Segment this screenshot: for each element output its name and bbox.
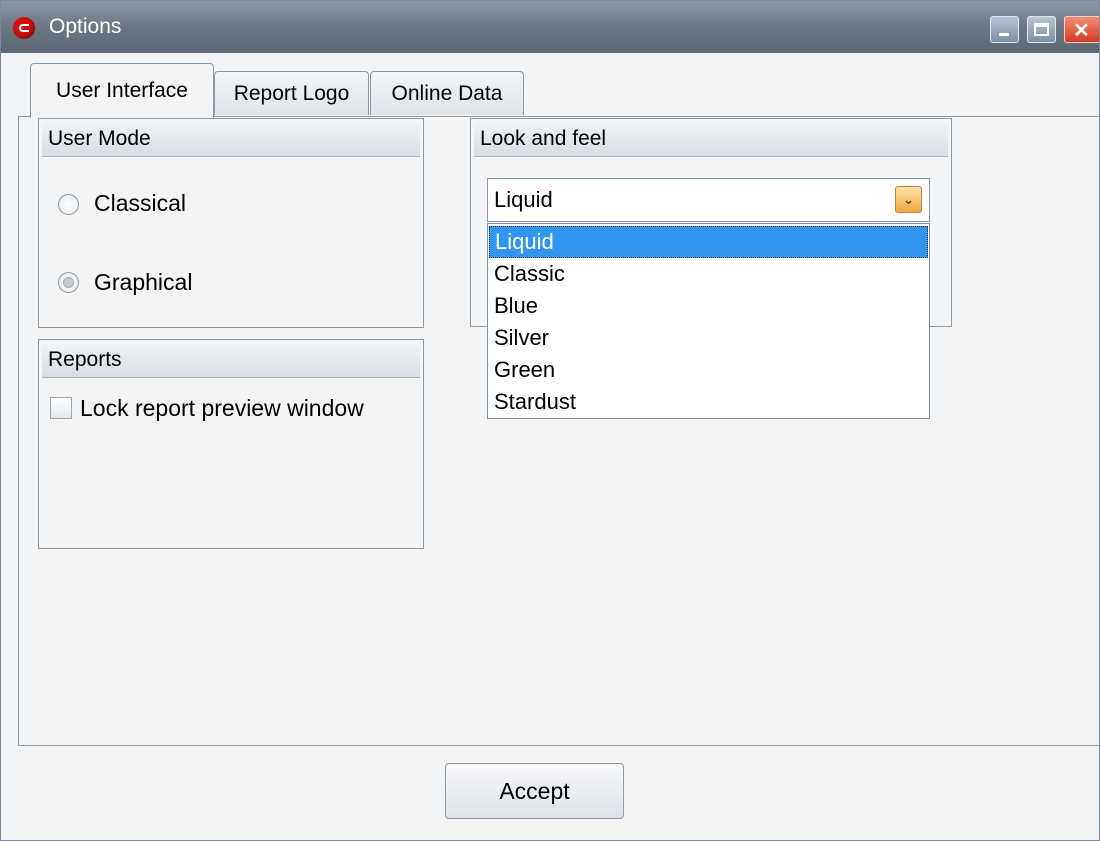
reports-header: Reports: [42, 342, 420, 378]
close-icon[interactable]: [1064, 16, 1099, 43]
look-and-feel-header: Look and feel: [474, 121, 948, 157]
user-mode-header: User Mode: [42, 121, 420, 157]
tab-online-data[interactable]: Online Data: [370, 71, 524, 115]
accept-button[interactable]: Accept: [445, 763, 624, 819]
look-and-feel-select[interactable]: Liquid ⌄: [487, 178, 930, 222]
classical-radio[interactable]: [58, 194, 79, 215]
app-logo-icon: [13, 17, 35, 39]
graphical-radio[interactable]: [58, 272, 79, 293]
classical-label[interactable]: Classical: [94, 190, 186, 217]
tab-user-interface[interactable]: User Interface: [30, 63, 214, 118]
dropdown-option-liquid[interactable]: Liquid: [489, 226, 928, 258]
dropdown-option-blue[interactable]: Blue: [489, 290, 928, 322]
options-dialog: Options User Interface Report Logo Onlin…: [0, 0, 1100, 841]
chevron-down-icon[interactable]: ⌄: [895, 186, 922, 213]
look-and-feel-selected-value: Liquid: [494, 187, 553, 212]
user-mode-group: User Mode: [38, 118, 424, 328]
dropdown-option-green[interactable]: Green: [489, 354, 928, 386]
window-title: Options: [49, 15, 122, 38]
maximize-icon[interactable]: [1027, 16, 1056, 43]
minimize-icon[interactable]: [990, 16, 1019, 43]
look-and-feel-dropdown: Liquid Classic Blue Silver Green Stardus…: [487, 223, 930, 419]
graphical-label[interactable]: Graphical: [94, 269, 192, 296]
title-bar[interactable]: Options: [1, 1, 1099, 53]
reports-group: Reports: [38, 339, 424, 549]
tab-report-logo[interactable]: Report Logo: [214, 71, 369, 115]
dropdown-option-silver[interactable]: Silver: [489, 322, 928, 354]
dropdown-option-classic[interactable]: Classic: [489, 258, 928, 290]
lock-preview-checkbox[interactable]: [50, 397, 72, 419]
lock-preview-label[interactable]: Lock report preview window: [80, 395, 364, 422]
dropdown-option-stardust[interactable]: Stardust: [489, 386, 928, 418]
